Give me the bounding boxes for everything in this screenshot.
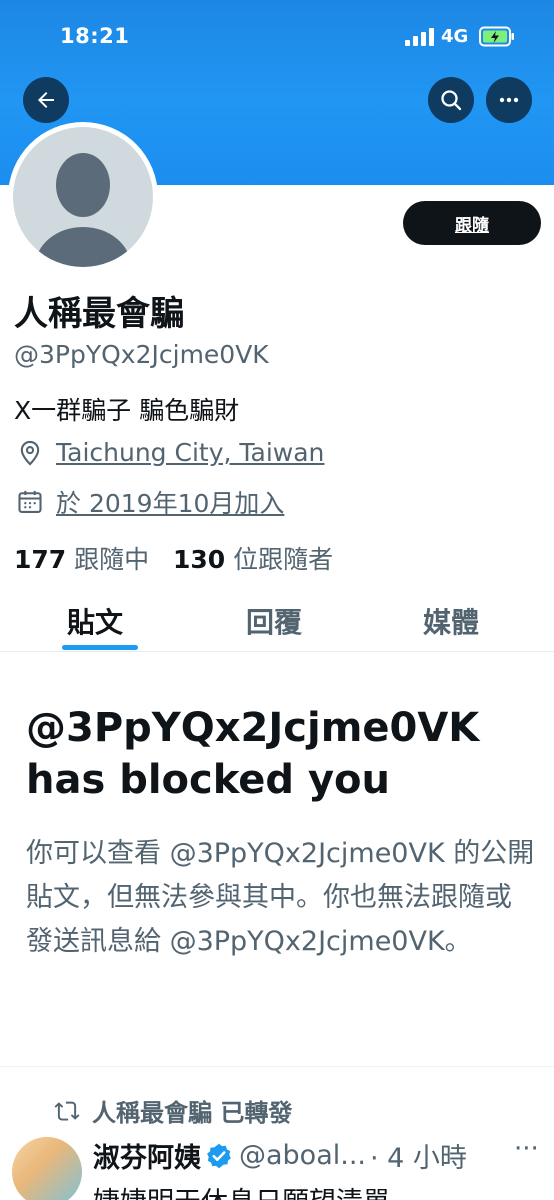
location-pin-icon: [20, 440, 40, 466]
profile-location[interactable]: Taichung City, Taiwan: [16, 438, 324, 467]
verified-badge-icon: [207, 1143, 231, 1168]
followers-link[interactable]: 130 位跟隨者: [173, 545, 333, 574]
profile-join-date: 於 2019年10月加入: [16, 484, 284, 520]
profile-display-name: 人稱最會騙: [14, 294, 184, 334]
following-count: 177: [14, 545, 67, 574]
tweet-time: · 4 小時: [370, 1143, 467, 1174]
search-icon: [441, 90, 462, 111]
more-horizontal-icon: [499, 97, 519, 103]
active-tab-indicator: [62, 645, 138, 650]
tweet-author-avatar[interactable]: [12, 1137, 82, 1200]
profile-tabs: 貼文 回覆 媒體: [0, 595, 554, 652]
calendar-icon: [18, 490, 42, 513]
tweet-author-name[interactable]: 淑芬阿姨: [93, 1136, 201, 1175]
tweet-text[interactable]: 婕婕明天休息日願望清單: [93, 1180, 390, 1200]
tweet-author-handle[interactable]: @aboal...: [239, 1140, 366, 1171]
profile-stats: 177 跟隨中 130 位跟隨者: [14, 540, 333, 576]
tab-replies[interactable]: 回覆: [246, 601, 302, 641]
status-time: 18:21: [60, 24, 130, 48]
battery-icon: [479, 26, 514, 47]
search-button[interactable]: [428, 77, 474, 123]
retweet-icon: [54, 1101, 80, 1121]
following-link[interactable]: 177 跟隨中: [14, 545, 149, 574]
follow-button[interactable]: 跟隨: [403, 201, 541, 245]
back-button[interactable]: [23, 77, 69, 123]
signal-icon: [405, 28, 435, 46]
tab-posts[interactable]: 貼文: [67, 601, 123, 641]
blocked-title: @3PpYQx2Jcjme0VK has blocked you: [26, 705, 480, 803]
tab-media[interactable]: 媒體: [423, 601, 479, 641]
retweet-context[interactable]: 人稱最會騙 已轉發: [52, 1093, 292, 1128]
join-date-text: 於 2019年10月加入: [56, 489, 285, 518]
followers-count: 130: [173, 545, 226, 574]
following-label: 跟隨中: [74, 545, 150, 574]
status-bar: 18:21 4G: [0, 0, 554, 72]
tweet-more-icon[interactable]: ···: [514, 1134, 539, 1164]
tweet-header: 淑芬阿姨 @aboal... · 4 小時: [93, 1136, 467, 1175]
default-avatar-icon: [13, 127, 153, 267]
profile-handle: @3PpYQx2Jcjme0VK: [14, 340, 269, 369]
more-button[interactable]: [486, 77, 532, 123]
retweet-label: 人稱最會騙 已轉發: [92, 1099, 293, 1127]
arrow-left-icon: [38, 92, 54, 108]
network-type: 4G: [441, 26, 469, 47]
blocked-description: 你可以查看 @3PpYQx2Jcjme0VK 的公開貼文，但無法參與其中。你也無…: [26, 838, 535, 957]
followers-label: 位跟隨者: [233, 545, 334, 574]
profile-avatar[interactable]: [8, 122, 158, 272]
section-divider: [0, 1066, 554, 1067]
profile-bio: X一群騙子 騙色騙財: [14, 396, 240, 425]
location-text[interactable]: Taichung City, Taiwan: [56, 438, 324, 467]
